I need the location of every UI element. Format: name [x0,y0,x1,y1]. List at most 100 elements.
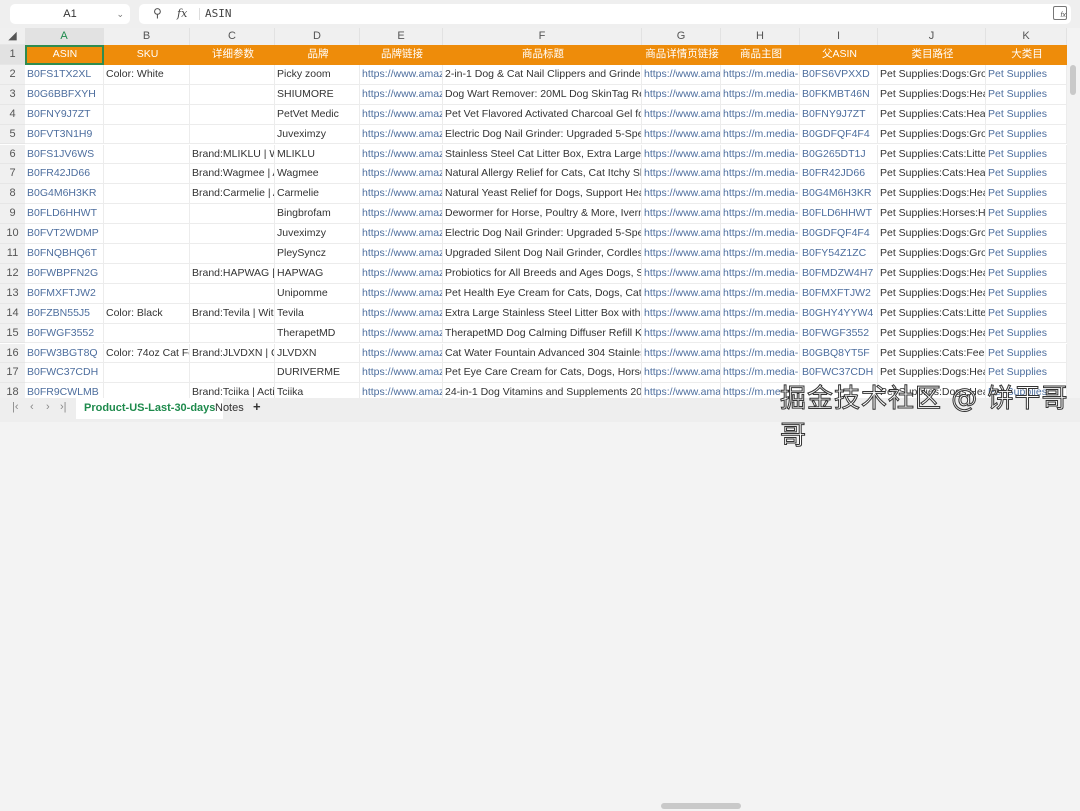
row-header[interactable]: 8 [0,184,25,205]
table-cell[interactable]: Pet Supplies:Cats:Litter & [878,303,986,324]
table-cell[interactable]: Dog Wart Remover: 20ML Dog SkinTag Rem [443,84,642,105]
column-header-g[interactable]: G [642,28,721,45]
table-cell[interactable]: https://m.media-: [721,323,800,344]
table-cell[interactable]: Dewormer for Horse, Poultry & More, Iver… [443,204,642,225]
table-cell[interactable]: https://www.ama: [642,263,721,284]
table-cell[interactable]: https://m.media-: [721,263,800,284]
sheet-tab-product[interactable]: Product-US-Last-30-days [76,398,224,419]
row-header[interactable]: 15 [0,323,25,344]
table-cell[interactable] [104,363,190,384]
table-cell[interactable]: https://m.media-: [721,64,800,85]
table-cell[interactable]: https://www.ama: [642,164,721,185]
column-header-f[interactable]: F [443,28,642,45]
table-cell[interactable]: Extra Large Stainless Steel Litter Box w… [443,303,642,324]
table-cell[interactable]: Pet Supplies [986,244,1067,264]
header-cell[interactable]: 商品主图 [721,45,800,65]
table-cell[interactable]: https://www.ama: [642,363,721,384]
row-header[interactable]: 11 [0,244,25,264]
table-cell[interactable]: B0FKMBT46N [800,84,878,105]
table-cell[interactable]: Electric Dog Nail Grinder: Upgraded 5-Sp… [443,124,642,145]
table-cell[interactable]: Pet Supplies:Horses:Hea [878,204,986,225]
table-cell[interactable]: https://www.ama: [642,224,721,244]
table-cell[interactable]: https://www.amazc [360,64,443,85]
table-cell[interactable]: Pet Supplies [986,303,1067,324]
table-cell[interactable]: B0FLD6HHWT [800,204,878,225]
table-cell[interactable]: HAPWAG [275,263,360,284]
table-cell[interactable]: Tciika [275,383,360,398]
table-cell[interactable]: Pet Supplies:Cats:Litter & [878,144,986,165]
table-cell[interactable]: https://www.amazc [360,383,443,398]
table-cell[interactable] [800,383,878,398]
table-cell[interactable]: https://www.amazc [360,303,443,324]
table-cell[interactable]: MLIKLU [275,144,360,165]
table-cell[interactable]: https://m.media-: [721,283,800,304]
row-header[interactable]: 17 [0,363,25,384]
table-cell[interactable]: TherapetMD Dog Calming Diffuser Refill K… [443,323,642,344]
table-cell[interactable]: Color: White [104,64,190,85]
table-cell[interactable]: Bingbrofam [275,204,360,225]
table-cell[interactable]: Brand:Carmelie | Ac [190,184,275,205]
table-cell[interactable]: https://www.ama: [642,244,721,264]
table-cell[interactable]: Juveximzy [275,124,360,145]
table-cell[interactable]: Natural Allergy Relief for Cats, Cat Itc… [443,164,642,185]
table-cell[interactable]: Pet Supplies [986,323,1067,344]
table-cell[interactable] [104,84,190,105]
table-cell[interactable]: Pet Supplies:Cats:Health [878,104,986,125]
header-cell[interactable]: 商品标题 [443,45,642,65]
table-cell[interactable]: Brand:HAPWAG | It [190,263,275,284]
select-all-corner[interactable]: ◢ [0,28,25,45]
chevron-down-icon[interactable]: ⌄ [116,4,124,24]
table-cell[interactable]: https://www.ama: [642,104,721,125]
table-cell[interactable]: Pet Supplies:Dogs:Healtl [878,184,986,205]
header-cell[interactable]: 大类目 [986,45,1067,65]
table-cell[interactable]: Electric Dog Nail Grinder: Upgraded 5-Sp… [443,224,642,244]
row-header[interactable]: 5 [0,124,25,145]
column-header-b[interactable]: B [104,28,190,45]
column-header-a[interactable]: A [25,28,104,45]
table-cell[interactable]: B0FLD6HHWT [25,204,104,225]
table-cell[interactable]: PleySyncz [275,244,360,264]
table-cell[interactable]: B0FS1TX2XL [25,64,104,85]
table-cell[interactable]: B0FWC37CDH [25,363,104,384]
spreadsheet-grid[interactable]: ◢ A B C D E F G H I J K 1 ASIN SKU 详细参数 品牌 品牌链接 商品标题 商品详情页链… [0,28,1067,398]
table-cell[interactable]: https://m.media-: [721,124,800,145]
table-cell[interactable]: Pet Health Eye Cream for Cats, Dogs, Cat… [443,283,642,304]
table-cell[interactable]: Pet Supplies:Dogs:Healtl [878,363,986,384]
table-cell[interactable]: https://www.amazc [360,204,443,225]
row-header[interactable]: 14 [0,303,25,324]
table-cell[interactable]: https://m.media-: [721,303,800,324]
table-cell[interactable] [104,323,190,344]
table-cell[interactable]: B0FR42JD66 [25,164,104,185]
table-cell[interactable]: B0FMXFTJW2 [800,283,878,304]
table-cell[interactable] [104,244,190,264]
table-cell[interactable]: https://m.media-: [721,104,800,125]
column-header-k[interactable]: K [986,28,1067,45]
vertical-scrollbar[interactable] [1067,45,1080,398]
table-cell[interactable]: Pet Supplies [986,64,1067,85]
table-cell[interactable]: B0FR42JD66 [800,164,878,185]
add-sheet-button[interactable]: + [253,399,261,414]
table-cell[interactable]: B0FS6VPXXD [800,64,878,85]
table-cell[interactable]: https://www.ama: [642,383,721,398]
table-cell[interactable] [190,204,275,225]
column-header-j[interactable]: J [878,28,986,45]
table-cell[interactable] [104,164,190,185]
table-cell[interactable] [104,184,190,205]
table-cell[interactable]: Pet Supplies [986,144,1067,165]
table-cell[interactable]: SHIUMORE [275,84,360,105]
table-cell[interactable] [104,224,190,244]
table-cell[interactable]: https://www.amazc [360,263,443,284]
table-cell[interactable]: Upgraded Silent Dog Nail Grinder, Cordle… [443,244,642,264]
table-cell[interactable]: Probiotics for All Breeds and Ages Dogs,… [443,263,642,284]
table-cell[interactable]: Pet Supplies [986,343,1067,364]
table-cell[interactable]: Tevila [275,303,360,324]
first-sheet-icon[interactable]: |‹ [12,401,19,413]
last-sheet-icon[interactable]: ›| [60,401,67,413]
row-header[interactable]: 18 [0,383,25,398]
table-cell[interactable]: Natural Yeast Relief for Dogs, Support H… [443,184,642,205]
row-header[interactable]: 12 [0,263,25,284]
row-header[interactable]: 13 [0,283,25,304]
table-cell[interactable]: Brand:Wagmee | A [190,164,275,185]
table-cell[interactable]: Pet Supplies [986,224,1067,244]
header-cell[interactable]: 父ASIN [800,45,878,65]
